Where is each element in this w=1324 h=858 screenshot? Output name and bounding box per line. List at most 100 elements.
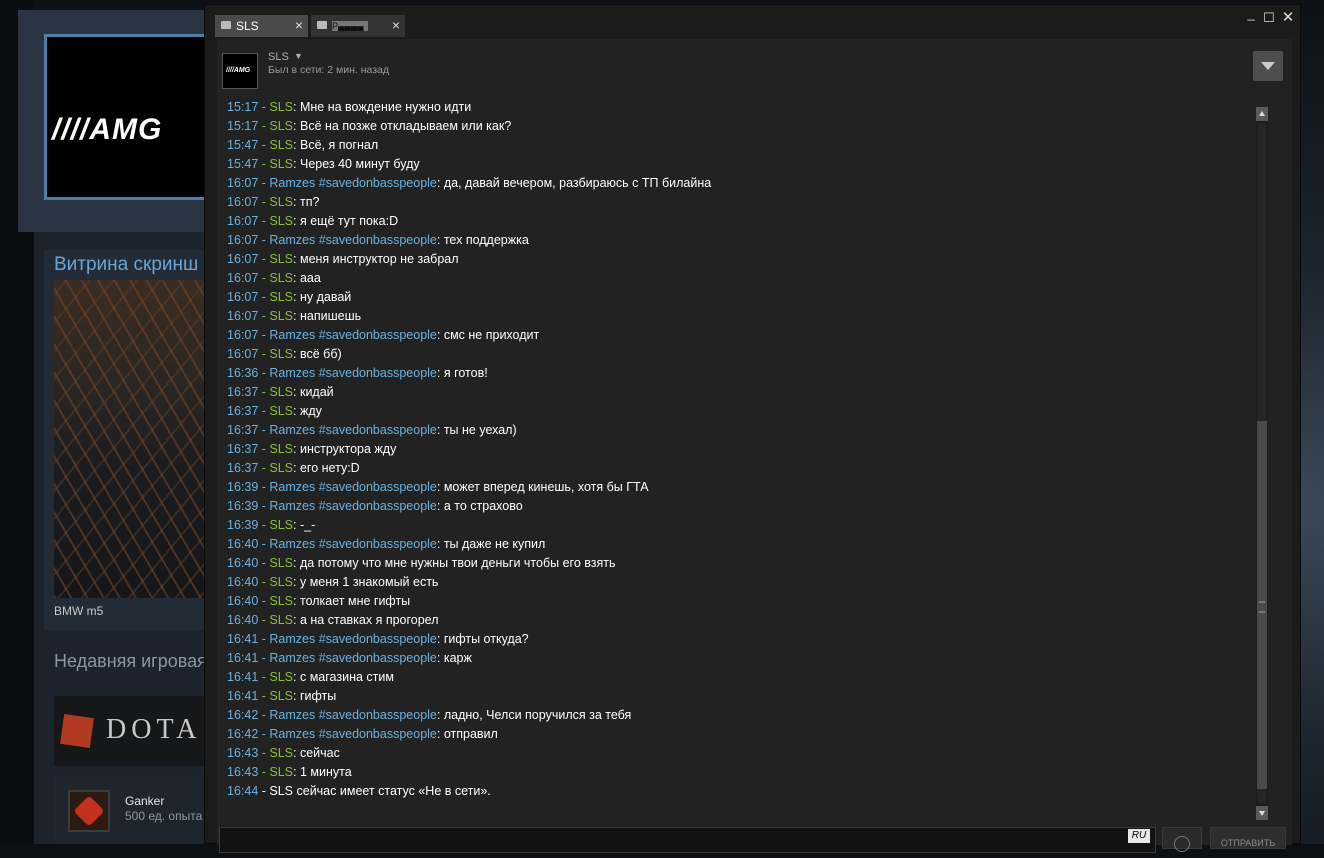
tab-other[interactable]: P▄▄▄▄ × (311, 15, 405, 37)
chat-message: 16:43 - SLS: 1 минута (227, 765, 352, 779)
message-author: SLS (269, 765, 294, 779)
message-text: жду (299, 404, 322, 418)
message-author: SLS (269, 157, 294, 171)
author-hashtag: #savedonbasspeople (318, 233, 437, 247)
friend-avatar[interactable]: ////AMG (222, 53, 258, 89)
author-hashtag: #savedonbasspeople (318, 651, 437, 665)
message-time: 16:41 (227, 632, 259, 646)
message-separator: - (258, 556, 270, 570)
amg-logo: ////AMG (52, 113, 163, 146)
message-author: SLS (269, 119, 294, 133)
message-text: ааа (299, 271, 321, 285)
message-separator: - (258, 670, 270, 684)
message-text: карж (443, 651, 472, 665)
chat-message: 16:07 - Ramzes #savedonbasspeople: да, д… (227, 176, 712, 190)
message-author: SLS (269, 746, 294, 760)
message-author: SLS (269, 556, 294, 570)
tab-sls[interactable]: SLS × (215, 15, 308, 37)
chat-message: 16:07 - Ramzes #savedonbasspeople: смс н… (227, 328, 540, 342)
send-button[interactable]: ОТПРАВИТЬ (1210, 827, 1286, 849)
chevron-down-icon[interactable]: ▼ (294, 51, 303, 61)
game-banner-dota[interactable]: DOTA (54, 696, 224, 766)
showcase-screenshot[interactable] (54, 280, 224, 598)
chat-message: 16:37 - SLS: жду (227, 404, 322, 418)
chat-message: 16:37 - SLS: инструктора жду (227, 442, 397, 456)
message-separator: - (258, 499, 270, 513)
achievement-name: Ganker (125, 794, 165, 808)
message-time: 16:43 (227, 765, 259, 779)
message-time: 16:07 (227, 271, 259, 285)
message-author: Ramzes (269, 366, 316, 380)
chat-bubble-icon (221, 21, 231, 29)
author-hashtag: #savedonbasspeople (318, 727, 437, 741)
message-time: 16:40 (227, 613, 259, 627)
maximize-button[interactable]: ☐ (1261, 10, 1277, 26)
message-text: отправил (443, 727, 498, 741)
chat-scrollbar[interactable] (1256, 107, 1268, 820)
message-time: 16:07 (227, 214, 259, 228)
friend-name[interactable]: SLS (268, 51, 289, 63)
chat-message: 16:41 - SLS: с магазина стим (227, 670, 394, 684)
author-hashtag: #savedonbasspeople (318, 480, 437, 494)
message-separator: - (258, 385, 270, 399)
message-author: SLS (269, 404, 294, 418)
chat-message: 16:39 - Ramzes #savedonbasspeople: а то … (227, 499, 523, 513)
message-time: 16:07 (227, 290, 259, 304)
message-text: Всё, я погнал (299, 138, 379, 152)
chat-message: 15:47 - SLS: Через 40 минут буду (227, 157, 420, 171)
message-text: ты не уехал) (443, 423, 517, 437)
author-hashtag: #savedonbasspeople (318, 499, 437, 513)
close-tab-icon[interactable]: × (392, 17, 400, 33)
message-time: 16:07 (227, 309, 259, 323)
message-author: SLS (269, 575, 294, 589)
message-author: SLS (269, 461, 294, 475)
author-hashtag: #savedonbasspeople (318, 708, 437, 722)
message-separator: - (258, 119, 270, 133)
chat-window: SLS × P▄▄▄▄ × _ ☐ ✕ ////AMG SLS ▼ Был в … (204, 4, 1301, 853)
message-time: 16:39 (227, 499, 259, 513)
message-author: SLS (269, 290, 294, 304)
message-text: а то страхово (443, 499, 523, 513)
chat-tab-bar: SLS × P▄▄▄▄ × _ ☐ ✕ (205, 5, 1300, 39)
message-text: смс не приходит (443, 328, 540, 342)
message-author: SLS (269, 138, 294, 152)
keyboard-language-badge: RU (1128, 829, 1150, 843)
message-separator: - (258, 404, 270, 418)
message-author: SLS (269, 518, 294, 532)
scroll-thumb[interactable] (1257, 421, 1267, 789)
message-separator: - (258, 271, 270, 285)
message-time: 16:07 (227, 328, 259, 342)
chat-message: 16:42 - Ramzes #savedonbasspeople: отпра… (227, 727, 498, 741)
message-input[interactable] (219, 827, 1156, 853)
message-author: SLS (269, 670, 294, 684)
message-author: SLS (269, 252, 294, 266)
chat-message: 16:07 - SLS: ну давай (227, 290, 352, 304)
minimize-button[interactable]: _ (1243, 6, 1259, 21)
author-hashtag: #savedonbasspeople (318, 423, 437, 437)
chat-message: 16:40 - SLS: да потому что мне нужны тво… (227, 556, 616, 570)
message-time: 16:39 (227, 480, 259, 494)
message-text: напишешь (299, 309, 362, 323)
friend-status: Был в сети: 2 мин. назад (268, 64, 390, 76)
showcase-caption: BMW m5 (54, 604, 104, 618)
close-tab-icon[interactable]: × (295, 17, 303, 33)
chat-log: 15:17 - SLS: Мне на вождение нужно идти 1… (227, 98, 1257, 798)
message-time: 16:37 (227, 385, 259, 399)
close-window-button[interactable]: ✕ (1280, 8, 1296, 26)
message-author: SLS (269, 347, 294, 361)
emoticon-button[interactable] (1162, 827, 1202, 852)
message-separator: - (258, 594, 270, 608)
message-author: SLS (269, 613, 294, 627)
message-time: 16:07 (227, 176, 259, 190)
scroll-down-button[interactable] (1256, 806, 1268, 820)
chat-options-dropdown[interactable] (1253, 51, 1283, 81)
chat-message: 16:39 - SLS: -_- (227, 518, 316, 532)
message-author: Ramzes (269, 328, 316, 342)
showcase-title: Витрина скринш (54, 254, 199, 275)
message-text: да, давай вечером, разбираюсь с ТП билай… (443, 176, 712, 190)
author-hashtag: #savedonbasspeople (318, 537, 437, 551)
author-hashtag: #savedonbasspeople (318, 176, 437, 190)
scroll-up-button[interactable] (1256, 107, 1268, 121)
message-time: 16:41 (227, 651, 259, 665)
profile-avatar[interactable]: ////AMG (44, 34, 214, 200)
